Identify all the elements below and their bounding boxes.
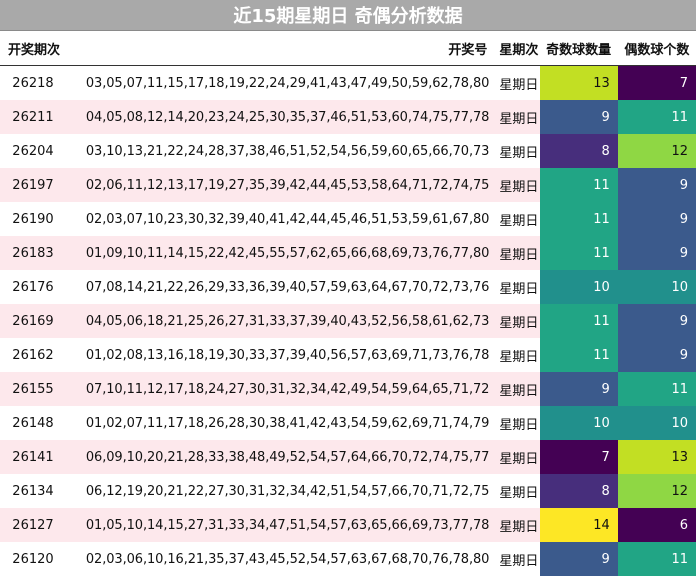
cell-period: 26141 (0, 440, 62, 474)
cell-odd-count: 14 (539, 508, 618, 542)
cell-weekday: 星期日 (499, 145, 539, 161)
cell-even-count: 9 (617, 202, 696, 236)
cell-odd-count: 13 (539, 65, 618, 100)
cell-numbers: 06,12,19,20,21,22,27,30,31,32,34,42,51,5… (85, 483, 490, 499)
cell-odd-count: 11 (539, 338, 618, 372)
cell-period: 26190 (12, 211, 54, 227)
table-row[interactable]: 26183 01,09,10,11,14,15,22,42,45,55,57,62… (0, 236, 696, 270)
cell-even-count: 13 (617, 440, 696, 474)
cell-numbers: 02,03,07,10,23,30,32,39,40,41,42,44,45,4… (85, 211, 490, 227)
cell-odd-count: 8 (539, 474, 618, 508)
cell-weekday: 星期日 (493, 168, 540, 202)
table-row[interactable]: 26204 03,10,13,21,22,24,28,37,38,46,51,52… (0, 134, 696, 168)
cell-weekday: 星期日 (493, 236, 540, 270)
cell-odd-count: 10 (539, 406, 618, 440)
cell-even-count: 7 (617, 65, 696, 100)
table-row[interactable]: 26197 02,06,11,12,13,17,19,27,35,39,42,44… (0, 168, 696, 202)
header-weekday[interactable]: 星期次 (493, 31, 540, 66)
table-row[interactable]: 26169 04,05,06,18,21,25,26,27,31,33,37,39… (0, 304, 696, 338)
table-row[interactable]: 26134 06,12,19,20,21,22,27,30,31,32,34,42… (0, 474, 696, 508)
table-row[interactable]: 26162 01,02,08,13,16,18,19,30,33,37,39,40… (0, 338, 696, 372)
cell-numbers: 01,05,10,14,15,27,31,33,34,47,51,54,57,6… (61, 508, 494, 542)
cell-weekday: 星期日 (493, 508, 540, 542)
cell-period: 26148 (12, 415, 54, 431)
cell-period: 26218 (12, 75, 54, 91)
cell-odd-count: 9 (539, 100, 618, 134)
table-row[interactable]: 26155 07,10,11,12,17,18,24,27,30,31,32,34… (0, 372, 696, 406)
cell-odd-count: 11 (539, 168, 618, 202)
cell-odd-count: 10 (539, 270, 618, 304)
cell-odd-count: 11 (539, 236, 618, 270)
table-row[interactable]: 26218 03,05,07,11,15,17,18,19,22,24,29,41… (0, 65, 696, 100)
cell-even-count: 12 (617, 134, 696, 168)
header-period[interactable]: 开奖期次 (0, 31, 62, 66)
cell-period: 26211 (0, 100, 62, 134)
cell-even-count: 9 (617, 304, 696, 338)
cell-numbers: 01,02,07,11,17,18,26,28,30,38,41,42,43,5… (85, 415, 490, 431)
table-row[interactable]: 26190 02,03,07,10,23,30,32,39,40,41,42,44… (0, 202, 696, 236)
cell-even-count: 11 (617, 542, 696, 576)
cell-period: 26183 (0, 236, 62, 270)
cell-even-count: 9 (617, 168, 696, 202)
header-odd-count[interactable]: 奇数球数量 (539, 31, 618, 66)
table-header-row: 开奖期次 开奖号 星期次 奇数球数量 偶数球个数 (0, 31, 696, 66)
page-title: 近15期星期日 奇偶分析数据 (0, 0, 696, 31)
cell-weekday: 星期日 (499, 553, 539, 569)
cell-odd-count: 8 (539, 134, 618, 168)
cell-weekday: 星期日 (493, 440, 540, 474)
table-row[interactable]: 26120 02,03,06,10,16,21,35,37,43,45,52,54… (0, 542, 696, 576)
cell-odd-count: 9 (539, 372, 618, 406)
cell-even-count: 11 (617, 372, 696, 406)
odd-even-table: 开奖期次 开奖号 星期次 奇数球数量 偶数球个数 26218 03,05,07,1… (0, 31, 696, 576)
cell-weekday: 星期日 (499, 485, 539, 501)
cell-period: 26162 (12, 347, 54, 363)
table-row[interactable]: 26176 07,08,14,21,22,26,29,33,36,39,40,57… (0, 270, 696, 304)
cell-period: 26204 (12, 143, 54, 159)
cell-numbers: 01,09,10,11,14,15,22,42,45,55,57,62,65,6… (61, 236, 494, 270)
cell-period: 26155 (0, 372, 62, 406)
cell-odd-count: 11 (539, 202, 618, 236)
cell-weekday: 星期日 (493, 372, 540, 406)
cell-odd-count: 9 (539, 542, 618, 576)
cell-even-count: 9 (617, 338, 696, 372)
cell-numbers: 02,06,11,12,13,17,19,27,35,39,42,44,45,5… (61, 168, 494, 202)
cell-weekday: 星期日 (499, 417, 539, 433)
table-row[interactable]: 26141 06,09,10,20,21,28,33,38,48,49,52,54… (0, 440, 696, 474)
table-row[interactable]: 26148 01,02,07,11,17,18,26,28,30,38,41,42… (0, 406, 696, 440)
cell-numbers: 07,08,14,21,22,26,29,33,36,39,40,57,59,6… (85, 279, 490, 295)
cell-numbers: 04,05,06,18,21,25,26,27,31,33,37,39,40,4… (61, 304, 494, 338)
cell-weekday: 星期日 (493, 100, 540, 134)
cell-numbers: 04,05,08,12,14,20,23,24,25,30,35,37,46,5… (61, 100, 494, 134)
cell-weekday: 星期日 (499, 77, 539, 93)
cell-odd-count: 11 (539, 304, 618, 338)
header-numbers[interactable]: 开奖号 (61, 31, 494, 66)
cell-numbers: 03,05,07,11,15,17,18,19,22,24,29,41,43,4… (85, 75, 490, 91)
cell-weekday: 星期日 (499, 281, 539, 297)
cell-numbers: 02,03,06,10,16,21,35,37,43,45,52,54,57,6… (85, 551, 490, 567)
header-even-count[interactable]: 偶数球个数 (617, 31, 696, 66)
table-row[interactable]: 26127 01,05,10,14,15,27,31,33,34,47,51,54… (0, 508, 696, 542)
cell-even-count: 10 (617, 270, 696, 304)
cell-weekday: 星期日 (499, 213, 539, 229)
cell-period: 26127 (0, 508, 62, 542)
cell-weekday: 星期日 (499, 349, 539, 365)
cell-period: 26169 (0, 304, 62, 338)
cell-weekday: 星期日 (493, 304, 540, 338)
cell-even-count: 10 (617, 406, 696, 440)
cell-period: 26176 (12, 279, 54, 295)
cell-even-count: 11 (617, 100, 696, 134)
cell-period: 26134 (12, 483, 54, 499)
cell-numbers: 01,02,08,13,16,18,19,30,33,37,39,40,56,5… (85, 347, 490, 363)
cell-period: 26197 (0, 168, 62, 202)
cell-numbers: 07,10,11,12,17,18,24,27,30,31,32,34,42,4… (61, 372, 494, 406)
table-row[interactable]: 26211 04,05,08,12,14,20,23,24,25,30,35,37… (0, 100, 696, 134)
cell-period: 26120 (12, 551, 54, 567)
cell-numbers: 03,10,13,21,22,24,28,37,38,46,51,52,54,5… (85, 143, 490, 159)
cell-odd-count: 7 (539, 440, 618, 474)
cell-even-count: 9 (617, 236, 696, 270)
cell-even-count: 6 (617, 508, 696, 542)
cell-numbers: 06,09,10,20,21,28,33,38,48,49,52,54,57,6… (61, 440, 494, 474)
cell-even-count: 12 (617, 474, 696, 508)
